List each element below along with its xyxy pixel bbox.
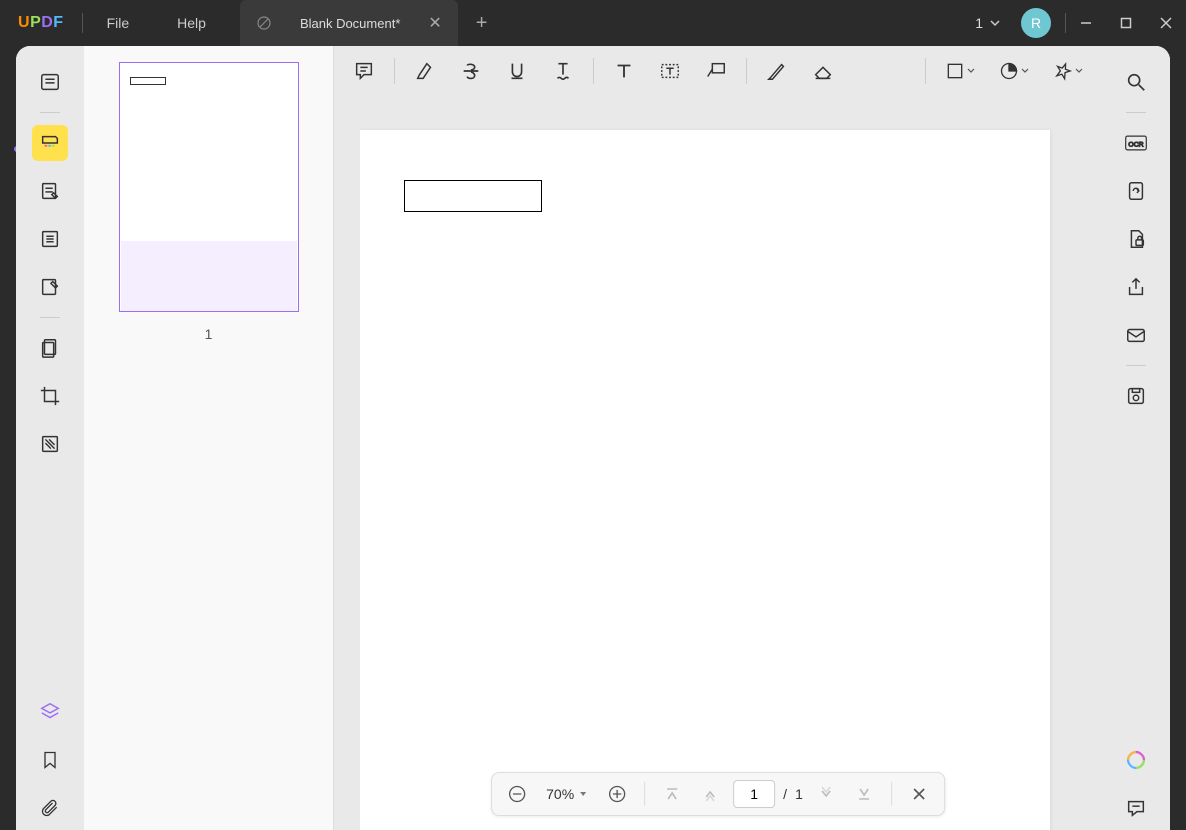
chevron-down-icon xyxy=(1075,67,1083,75)
ai-assistant-button[interactable] xyxy=(1118,742,1154,778)
sticker-tool-dropdown[interactable] xyxy=(1042,52,1094,90)
layers-button[interactable] xyxy=(32,694,68,730)
current-page-input[interactable] xyxy=(733,780,775,808)
organize-pages-button[interactable] xyxy=(32,221,68,257)
convert-button[interactable] xyxy=(1118,173,1154,209)
close-bottom-bar-button[interactable] xyxy=(904,779,934,809)
thumbnail-page-number: 1 xyxy=(100,326,317,342)
chevron-down-icon xyxy=(989,17,1001,29)
page-canvas-area[interactable] xyxy=(360,106,1082,830)
first-page-button[interactable] xyxy=(657,779,687,809)
window-count-value: 1 xyxy=(975,15,983,31)
text-tool-button[interactable] xyxy=(602,52,646,90)
window-count-dropdown[interactable]: 1 xyxy=(969,15,1007,31)
svg-text:OCR: OCR xyxy=(1128,141,1143,148)
comment-mode-button[interactable] xyxy=(32,125,68,161)
app-logo: UPDF xyxy=(0,14,82,32)
crop-button[interactable] xyxy=(32,378,68,414)
content-area: 70% / 1 xyxy=(334,46,1102,830)
chat-button[interactable] xyxy=(1118,790,1154,826)
dropdown-triangle-icon xyxy=(578,789,588,799)
document-tab[interactable]: Blank Document* ✕ xyxy=(240,0,458,46)
note-tool-button[interactable] xyxy=(342,52,386,90)
annotation-rectangle[interactable] xyxy=(404,180,542,212)
page-thumbnail-1[interactable] xyxy=(119,62,299,312)
thumbnail-content-rect xyxy=(130,77,166,85)
redact-button[interactable] xyxy=(32,426,68,462)
document-page[interactable] xyxy=(360,130,1050,830)
page-separator: / xyxy=(783,786,787,802)
tab-title: Blank Document* xyxy=(300,16,400,31)
right-rail: OCR xyxy=(1102,46,1170,830)
minimize-button[interactable] xyxy=(1066,0,1106,46)
total-pages: 1 xyxy=(795,786,803,802)
user-avatar[interactable]: R xyxy=(1021,8,1051,38)
titlebar: UPDF File Help Blank Document* ✕ + 1 R xyxy=(0,0,1186,46)
underline-tool-button[interactable] xyxy=(495,52,539,90)
chevron-down-icon xyxy=(1021,67,1029,75)
highlight-tool-button[interactable] xyxy=(403,52,447,90)
attachment-button[interactable] xyxy=(32,790,68,826)
thumbnail-viewport-overlay xyxy=(121,241,297,311)
menu-help[interactable]: Help xyxy=(153,15,230,31)
close-tab-icon[interactable]: ✕ xyxy=(428,13,441,33)
share-button[interactable] xyxy=(1118,269,1154,305)
callout-tool-button[interactable] xyxy=(694,52,738,90)
squiggly-tool-button[interactable] xyxy=(541,52,585,90)
ocr-button[interactable]: OCR xyxy=(1118,125,1154,161)
shape-tool-dropdown[interactable] xyxy=(934,52,986,90)
next-page-button[interactable] xyxy=(811,779,841,809)
eraser-tool-button[interactable] xyxy=(801,52,845,90)
page-indicator: / 1 xyxy=(733,780,803,808)
chevron-down-icon xyxy=(967,67,975,75)
zoom-level-value: 70% xyxy=(546,786,574,802)
fill-sign-button[interactable] xyxy=(32,269,68,305)
reader-mode-button[interactable] xyxy=(32,64,68,100)
blank-doc-icon xyxy=(256,15,272,31)
menu-file[interactable]: File xyxy=(83,15,154,31)
email-button[interactable] xyxy=(1118,317,1154,353)
pencil-tool-button[interactable] xyxy=(755,52,799,90)
annotation-toolbar xyxy=(334,46,1102,96)
app-body: 1 xyxy=(16,46,1170,830)
zoom-level-dropdown[interactable]: 70% xyxy=(540,786,594,802)
zoom-out-button[interactable] xyxy=(502,779,532,809)
bookmark-button[interactable] xyxy=(32,742,68,778)
page-tools-button[interactable] xyxy=(32,330,68,366)
save-button[interactable] xyxy=(1118,378,1154,414)
prev-page-button[interactable] xyxy=(695,779,725,809)
bottom-toolbar: 70% / 1 xyxy=(491,772,945,816)
strikethrough-tool-button[interactable] xyxy=(449,52,493,90)
edit-mode-button[interactable] xyxy=(32,173,68,209)
maximize-button[interactable] xyxy=(1106,0,1146,46)
thumbnail-panel: 1 xyxy=(84,46,334,830)
protect-button[interactable] xyxy=(1118,221,1154,257)
zoom-in-button[interactable] xyxy=(602,779,632,809)
left-rail xyxy=(16,46,84,830)
last-page-button[interactable] xyxy=(849,779,879,809)
close-window-button[interactable] xyxy=(1146,0,1186,46)
new-tab-button[interactable]: + xyxy=(458,12,506,35)
textbox-tool-button[interactable] xyxy=(648,52,692,90)
search-button[interactable] xyxy=(1118,64,1154,100)
stamp-tool-dropdown[interactable] xyxy=(988,52,1040,90)
